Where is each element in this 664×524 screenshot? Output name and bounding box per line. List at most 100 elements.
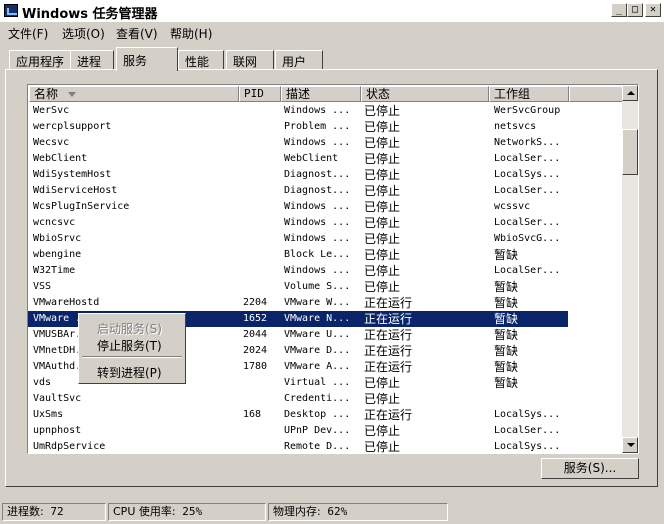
- service-status-cell: 正在运行: [364, 344, 413, 358]
- status-memory-label: 物理内存:: [273, 505, 321, 518]
- context-menu: 启动服务(S) 停止服务(T) 转到进程(P): [78, 313, 186, 384]
- service-description-cell: Windows ...: [284, 265, 351, 276]
- service-group-cell: 暂缺: [494, 312, 519, 326]
- list-header: 名称 PID 描述 状态 工作组: [29, 86, 623, 102]
- service-pid-cell: 168: [243, 409, 262, 420]
- service-name-cell: wercplsupport: [33, 121, 112, 132]
- column-pid-header[interactable]: PID: [239, 86, 281, 102]
- table-row[interactable]: WdiSystemHost Diagnost... 已停止 LocalSys...: [28, 167, 568, 183]
- service-group-cell: 暂缺: [494, 280, 519, 294]
- table-row[interactable]: WebClient WebClient 已停止 LocalSer...: [28, 151, 568, 167]
- service-pid-cell: 1780: [243, 361, 268, 372]
- table-row[interactable]: VSS Volume S... 已停止 暂缺: [28, 279, 568, 295]
- tab-services[interactable]: 服务: [116, 47, 178, 71]
- column-description-header[interactable]: 描述: [281, 86, 361, 102]
- column-name-header[interactable]: 名称: [29, 86, 239, 102]
- service-description-cell: VMware U...: [284, 329, 351, 340]
- table-row[interactable]: UxSms 168 Desktop ... 正在运行 LocalSys...: [28, 407, 568, 423]
- menu-options[interactable]: 选项(O): [62, 25, 105, 42]
- status-bar: 进程数: 72 CPU 使用率: 25% 物理内存: 62%: [0, 501, 664, 524]
- status-memory-value: 62%: [327, 505, 348, 518]
- service-description-cell: Windows ...: [284, 201, 351, 212]
- service-pid-cell: 2204: [243, 297, 268, 308]
- context-stop-service[interactable]: 停止服务(T): [97, 337, 162, 354]
- minimize-button[interactable]: _: [611, 3, 627, 17]
- service-description-cell: Problem ...: [284, 121, 351, 132]
- table-row[interactable]: WcsPlugInService Windows ... 已停止 wcssvc: [28, 199, 568, 215]
- service-group-cell: LocalSys...: [494, 441, 561, 452]
- arrow-down-icon: [627, 443, 635, 447]
- status-processes-value: 72: [50, 505, 64, 518]
- context-separator: [82, 356, 182, 358]
- service-group-cell: 暂缺: [494, 360, 519, 374]
- service-status-cell: 正在运行: [364, 360, 413, 374]
- vertical-scrollbar[interactable]: [622, 85, 638, 453]
- column-group-header[interactable]: 工作组: [489, 86, 569, 102]
- table-row[interactable]: WbioSrvc Windows ... 已停止 WbioSvcG...: [28, 231, 568, 247]
- table-row[interactable]: wcncsvc Windows ... 已停止 LocalSer...: [28, 215, 568, 231]
- close-button[interactable]: ✕: [645, 3, 661, 17]
- status-memory: 物理内存: 62%: [268, 503, 448, 521]
- table-row[interactable]: VaultSvc Credenti... 已停止: [28, 391, 568, 407]
- service-description-cell: Block Le...: [284, 249, 351, 260]
- service-status-cell: 正在运行: [364, 328, 413, 342]
- service-name-cell: WerSvc: [33, 105, 70, 116]
- context-goto-process[interactable]: 转到进程(P): [97, 364, 162, 381]
- table-row[interactable]: WerSvc Windows ... 已停止 WerSvcGroup: [28, 103, 568, 119]
- service-status-cell: 已停止: [364, 152, 401, 166]
- table-row[interactable]: VMwareHostd 2204 VMware W... 正在运行 暂缺: [28, 295, 568, 311]
- menu-help[interactable]: 帮助(H): [170, 25, 212, 42]
- service-status-cell: 已停止: [364, 392, 401, 406]
- service-group-cell: WerSvcGroup: [494, 105, 561, 116]
- services-button[interactable]: 服务(S)...: [541, 458, 639, 479]
- scroll-thumb[interactable]: [622, 129, 638, 175]
- services-list[interactable]: 名称 PID 描述 状态 工作组 WerSvc Windows ... 已停止 Wer…: [27, 84, 639, 454]
- status-cpu-value: 25%: [182, 505, 203, 518]
- table-row[interactable]: wercplsupport Problem ... 已停止 netsvcs: [28, 119, 568, 135]
- service-group-cell: 暂缺: [494, 376, 519, 390]
- table-row[interactable]: upnphost UPnP Dev... 已停止 LocalSer...: [28, 423, 568, 439]
- table-row[interactable]: UmRdpService Remote D... 已停止 LocalSys...: [28, 439, 568, 453]
- service-description-cell: UPnP Dev...: [284, 425, 351, 436]
- table-row[interactable]: W32Time Windows ... 已停止 LocalSer...: [28, 263, 568, 279]
- tab-applications[interactable]: 应用程序: [9, 50, 71, 69]
- table-row[interactable]: Wecsvc Windows ... 已停止 NetworkS...: [28, 135, 568, 151]
- menu-file[interactable]: 文件(F): [8, 25, 48, 42]
- service-group-cell: netsvcs: [494, 121, 537, 132]
- service-status-cell: 已停止: [364, 232, 401, 246]
- maximize-button[interactable]: □: [627, 3, 643, 17]
- service-status-cell: 已停止: [364, 376, 401, 390]
- service-description-cell: VMware D...: [284, 345, 351, 356]
- column-name-label: 名称: [34, 87, 59, 101]
- service-name-cell: WdiServiceHost: [33, 185, 118, 196]
- status-processes: 进程数: 72: [2, 503, 106, 521]
- service-name-cell: VaultSvc: [33, 393, 82, 404]
- service-status-cell: 已停止: [364, 136, 401, 150]
- column-status-header[interactable]: 状态: [361, 86, 489, 102]
- service-status-cell: 已停止: [364, 168, 401, 182]
- service-description-cell: Windows ...: [284, 105, 351, 116]
- tab-performance[interactable]: 性能: [178, 50, 224, 69]
- service-name-cell: UmRdpService: [33, 441, 106, 452]
- service-description-cell: VMware A...: [284, 361, 351, 372]
- service-description-cell: WebClient: [284, 153, 339, 164]
- title-bar[interactable]: Windows 任务管理器 _ □ ✕: [0, 0, 664, 23]
- scroll-up-button[interactable]: [622, 85, 638, 101]
- menu-view[interactable]: 查看(V): [116, 25, 158, 42]
- scroll-down-button[interactable]: [622, 437, 638, 453]
- tab-users[interactable]: 用户: [275, 50, 323, 69]
- service-name-cell: VSS: [33, 281, 52, 292]
- menu-bar: 文件(F) 选项(O) 查看(V) 帮助(H): [0, 22, 664, 42]
- status-processes-label: 进程数:: [7, 505, 44, 518]
- tab-processes[interactable]: 进程: [70, 50, 114, 69]
- table-row[interactable]: wbengine Block Le... 已停止 暂缺: [28, 247, 568, 263]
- tab-networking[interactable]: 联网: [226, 50, 274, 69]
- service-group-cell: LocalSer...: [494, 153, 561, 164]
- window-title: Windows 任务管理器: [22, 7, 158, 22]
- service-group-cell: 暂缺: [494, 328, 519, 342]
- service-status-cell: 已停止: [364, 280, 401, 294]
- service-name-cell: upnphost: [33, 425, 82, 436]
- service-group-cell: LocalSer...: [494, 425, 561, 436]
- table-row[interactable]: WdiServiceHost Diagnost... 已停止 LocalSer...: [28, 183, 568, 199]
- service-name-cell: UxSms: [33, 409, 64, 420]
